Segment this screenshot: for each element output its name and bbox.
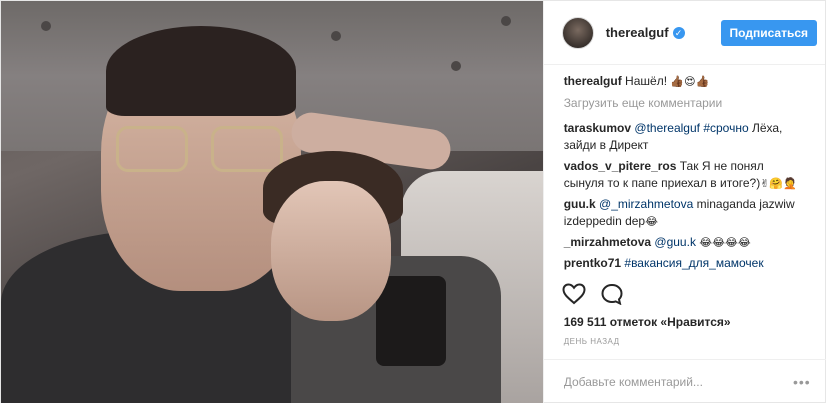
comment-item: _mirzahmetova @guu.k 😂😂😂😂 bbox=[564, 234, 805, 251]
comment-bubble-icon[interactable] bbox=[600, 283, 624, 305]
post-photo[interactable] bbox=[1, 1, 543, 403]
post-side-panel: therealguf ✓ Подписаться therealguf Нашё… bbox=[542, 1, 826, 403]
more-options-icon[interactable]: ••• bbox=[793, 374, 811, 390]
comment-hashtag[interactable]: #вакансия_для_мамочек bbox=[624, 256, 763, 270]
comment-username[interactable]: guu.k bbox=[564, 197, 596, 211]
photo-glasses bbox=[116, 126, 286, 176]
action-bar bbox=[562, 283, 624, 305]
comment-item: vados_v_pitere_ros Так Я не понял сынуля… bbox=[564, 158, 805, 192]
comment-emoji: 😂😂😂😂 bbox=[699, 236, 751, 249]
comment-username[interactable]: _mirzahmetova bbox=[564, 235, 651, 249]
post-frame: therealguf ✓ Подписаться therealguf Нашё… bbox=[0, 0, 826, 403]
caption-emoji: 👍🏾😍👍🏾 bbox=[670, 75, 710, 88]
comment-emoji: 😂 bbox=[645, 215, 658, 228]
post-time[interactable]: день назад bbox=[564, 337, 620, 346]
comment-item: prentko71 #вакансия_для_мамочек bbox=[564, 255, 805, 272]
comment-emoji: ✌🤗🤦 bbox=[760, 177, 797, 190]
post-header: therealguf ✓ Подписаться bbox=[543, 1, 825, 65]
photo-detail bbox=[501, 16, 511, 26]
caption-username[interactable]: therealguf bbox=[564, 74, 622, 88]
comment-item: taraskumov @therealguf #срочно Лёха, зай… bbox=[564, 120, 805, 154]
comment-username[interactable]: prentko71 bbox=[564, 256, 621, 270]
heart-icon[interactable] bbox=[562, 283, 586, 305]
comment-hashtag[interactable]: #срочно bbox=[703, 121, 748, 135]
photo-detail bbox=[451, 61, 461, 71]
verified-badge-icon: ✓ bbox=[672, 26, 685, 39]
caption-text: Нашёл! bbox=[625, 74, 668, 88]
comment-input[interactable] bbox=[563, 375, 793, 389]
header-username[interactable]: therealguf bbox=[606, 25, 669, 40]
add-comment-bar: ••• bbox=[543, 359, 826, 403]
photo-kid-face bbox=[271, 181, 391, 321]
photo-man-hair bbox=[106, 26, 296, 116]
load-more-comments[interactable]: Загрузить еще комментарии bbox=[564, 96, 805, 110]
comment-mention[interactable]: @therealguf bbox=[634, 121, 700, 135]
likes-count[interactable]: 169 511 отметок «Нравится» bbox=[564, 315, 731, 329]
comment-username[interactable]: taraskumov bbox=[564, 121, 631, 135]
comments-list[interactable]: therealguf Нашёл! 👍🏾😍👍🏾 Загрузить еще ко… bbox=[544, 73, 826, 277]
follow-button[interactable]: Подписаться bbox=[720, 19, 817, 46]
caption: therealguf Нашёл! 👍🏾😍👍🏾 bbox=[564, 73, 805, 90]
photo-detail bbox=[331, 31, 341, 41]
comment-mention[interactable]: @guu.k bbox=[654, 235, 696, 249]
comment-username[interactable]: vados_v_pitere_ros bbox=[564, 159, 677, 173]
avatar[interactable] bbox=[561, 16, 594, 49]
photo-tee-print bbox=[376, 276, 446, 366]
comment-mention[interactable]: @_mirzahmetova bbox=[599, 197, 693, 211]
comment-item: guu.k @_mirzahmetova minaganda jazwiw iz… bbox=[564, 196, 805, 230]
photo-detail bbox=[41, 21, 51, 31]
